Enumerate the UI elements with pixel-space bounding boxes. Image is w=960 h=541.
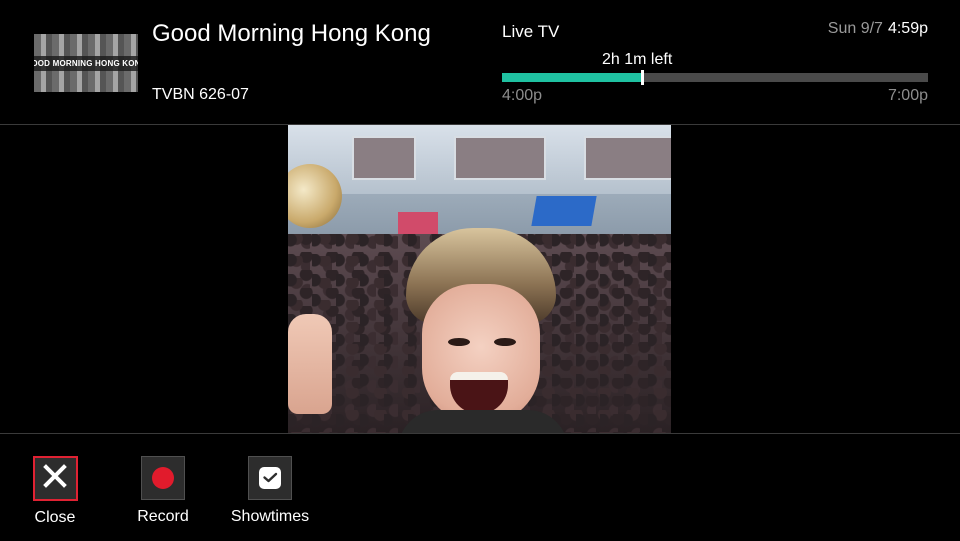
source-label: Live TV: [502, 22, 560, 41]
clock-icon: [258, 466, 282, 490]
video-person-shirt: [398, 410, 568, 433]
current-time: 4:59p: [887, 20, 928, 37]
close-icon: [43, 464, 67, 493]
program-title: Good Morning Hong Kong: [152, 20, 431, 47]
program-thumbnail: GOOD MORNING HONG KONG: [34, 34, 138, 92]
action-bar: Close Record Showtimes: [0, 433, 960, 541]
record-label: Record: [137, 508, 189, 525]
video-detail: [352, 136, 416, 180]
record-button-box[interactable]: [141, 456, 185, 500]
video-player: [288, 124, 671, 433]
showtimes-label: Showtimes: [230, 508, 310, 525]
progress-fill: [502, 73, 642, 82]
video-detail: [584, 136, 671, 180]
close-button[interactable]: Close: [5, 456, 105, 527]
close-button-box[interactable]: [32, 456, 78, 501]
record-icon: [152, 467, 174, 489]
record-button[interactable]: Record: [113, 456, 213, 526]
video-hand: [288, 314, 332, 414]
video-person-eye: [448, 338, 470, 346]
video-detail: [398, 212, 438, 234]
video-detail: [531, 196, 597, 226]
showtimes-button[interactable]: Showtimes: [220, 456, 320, 526]
showtimes-button-box[interactable]: [248, 456, 292, 500]
thumbnail-text: GOOD MORNING HONG KONG: [34, 55, 138, 71]
video-detail: [454, 136, 546, 180]
current-date: Sun 9/7: [827, 20, 883, 37]
program-end-time: 7:00p: [887, 87, 928, 104]
progress-marker: [640, 70, 644, 85]
current-datetime: Sun 9/7 4:59p: [828, 20, 928, 38]
video-person-eye: [494, 338, 516, 346]
program-start-time: 4:00p: [502, 87, 543, 104]
close-label: Close: [34, 509, 76, 526]
program-progress-bar: [502, 70, 928, 85]
program-info-bar: GOOD MORNING HONG KONG Good Morning Hong…: [0, 0, 960, 125]
channel-number: TVBN 626-07: [152, 86, 249, 103]
time-remaining: 2h 1m left: [602, 51, 673, 68]
